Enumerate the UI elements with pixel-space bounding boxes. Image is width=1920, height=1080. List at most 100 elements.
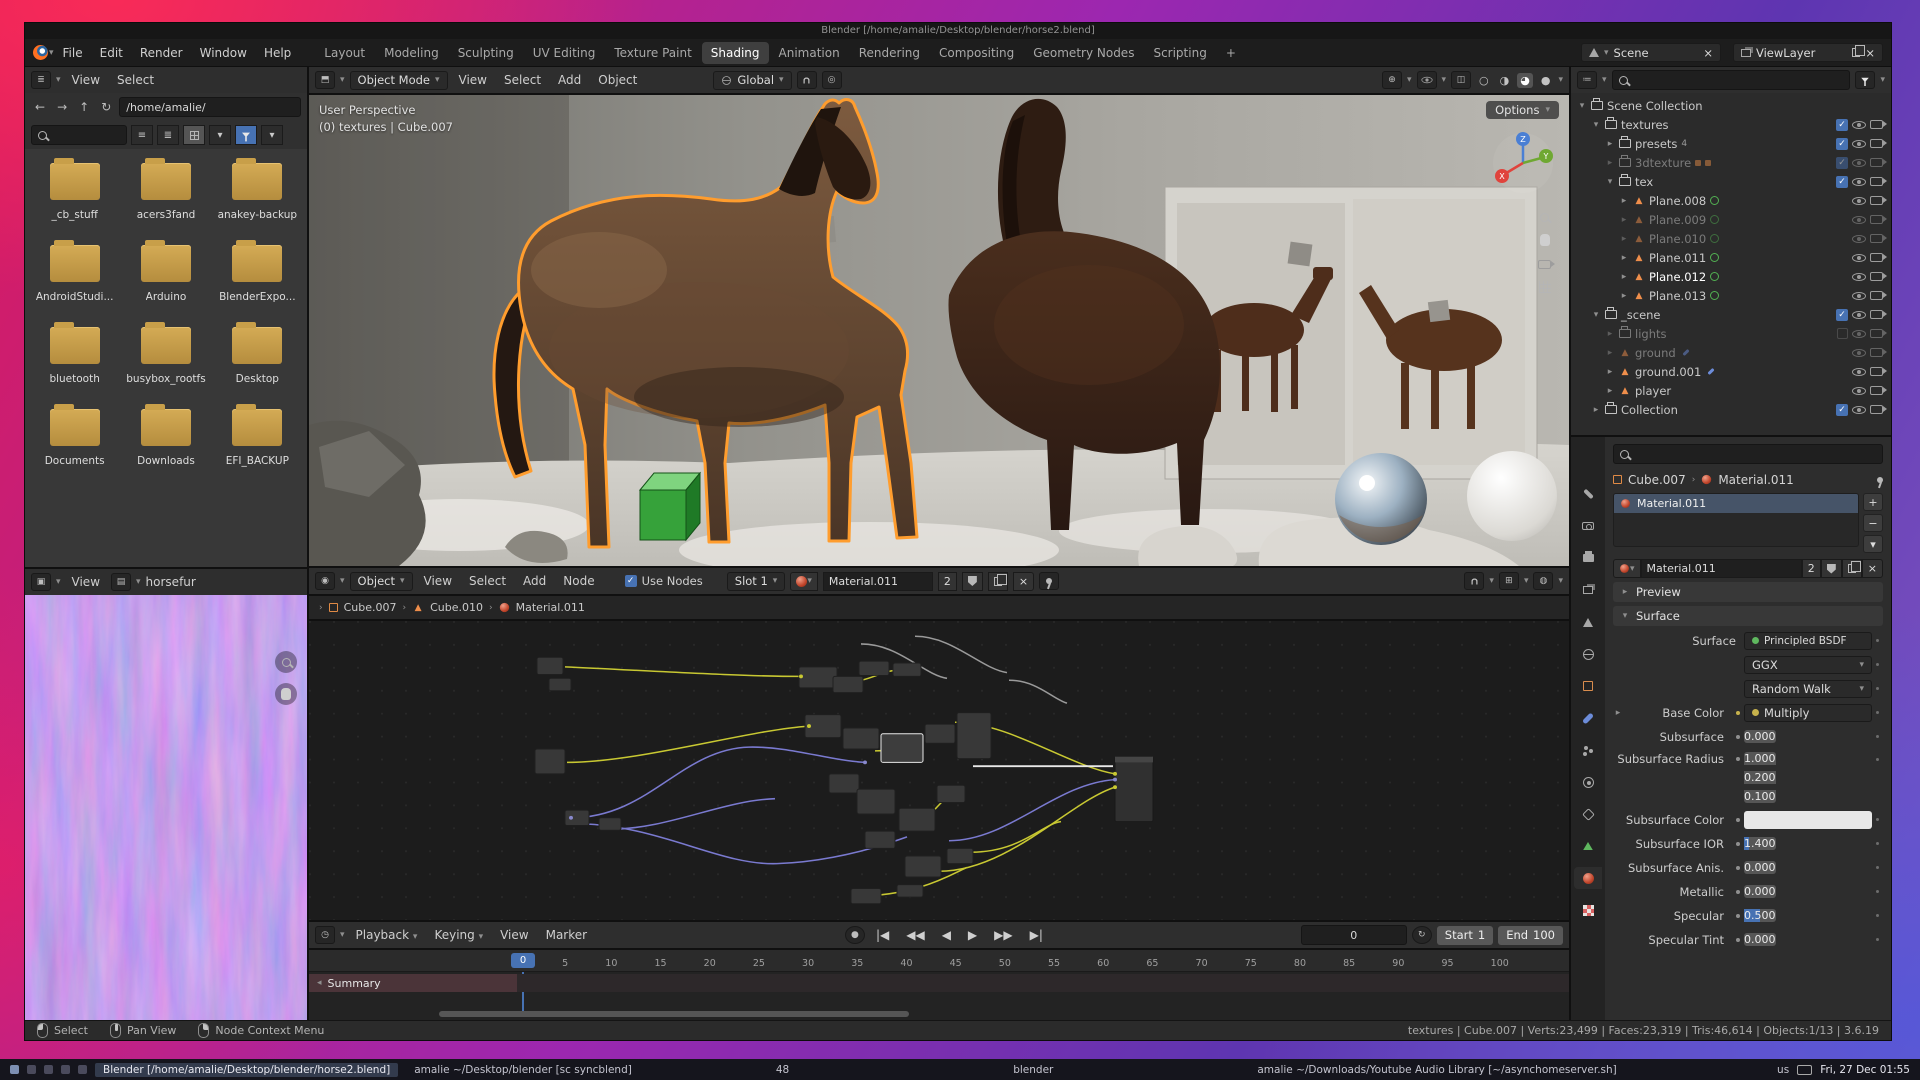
decorator-dot[interactable] [1876,758,1879,761]
filter-dropdown[interactable]: ▾ [261,125,283,145]
shading-rendered-icon[interactable]: ● [1538,73,1554,88]
decorator-dot[interactable] [1876,866,1879,869]
editor-type-icon[interactable]: ⬒ [315,71,335,89]
camera-view-widget[interactable] [1538,258,1551,272]
window-titlebar[interactable]: Blender [/home/amalie/Desktop/blender/ho… [25,23,1891,39]
socket-dot[interactable] [1736,818,1740,822]
sh-menu-add[interactable]: Add [517,572,552,590]
vp-menu-add[interactable]: Add [552,71,587,89]
material-browse-button[interactable]: ▾ [790,572,818,591]
blender-logo-icon[interactable] [33,45,48,60]
eye-icon[interactable] [1852,386,1866,396]
options-button[interactable]: Options▾ [1486,101,1559,119]
remove-slot-button[interactable]: − [1863,514,1883,532]
fake-user-button[interactable] [962,572,983,591]
tab-material[interactable] [1574,867,1602,889]
menu-render[interactable]: Render [132,43,191,63]
tl-menu-marker[interactable]: Marker [540,926,593,944]
decorator-dot[interactable] [1876,663,1879,666]
tab-rendering[interactable]: Rendering [850,42,929,64]
image-editor-canvas[interactable] [25,595,307,1020]
camera-icon[interactable] [1870,120,1883,129]
specular-tint-slider[interactable]: 0.000 [1744,933,1776,946]
viewport-3d[interactable]: User Perspective (0) textures | Cube.007… [309,95,1569,566]
camera-icon[interactable] [1870,405,1883,414]
chevron-right-icon[interactable]: ▸ [1613,708,1623,718]
folder-item[interactable]: Arduino [120,245,211,303]
eye-icon[interactable] [1852,405,1866,415]
slot-item[interactable]: Material.011 [1614,494,1858,513]
display-thumbs-button[interactable]: ≣ [157,125,179,145]
display-size-dropdown[interactable]: ▾ [209,125,231,145]
outliner-row[interactable]: ▸▲ground [1571,343,1891,362]
play-button[interactable]: ▶ [962,926,983,944]
scene-selector[interactable]: ▾ Scene × [1581,43,1721,62]
outliner-row[interactable]: ▸Collection✓ [1571,400,1891,419]
socket-dot[interactable] [1736,866,1740,870]
tab-uv-editing[interactable]: UV Editing [524,42,605,64]
eye-icon[interactable] [1852,291,1866,301]
tab-geometry-nodes[interactable]: Geometry Nodes [1024,42,1143,64]
outliner-row[interactable]: ▾_scene✓ [1571,305,1891,324]
outliner-row[interactable]: ▸▲Plane.008 [1571,191,1891,210]
proportional-edit-icon[interactable]: ◎ [822,71,842,89]
chevron-right-icon[interactable]: ▸ [1619,253,1629,263]
timeline-scrollbar[interactable] [439,1011,909,1017]
taskbar-window-blender2[interactable]: blender [1005,1063,1061,1077]
outliner-row[interactable]: ▸3dtexture✓ [1571,153,1891,172]
chevron-right-icon[interactable]: ▸ [1619,196,1629,206]
next-keyframe-button[interactable]: ▶▶ [988,926,1018,944]
tab-object-data[interactable] [1574,835,1602,857]
taskbar-window-downloads[interactable]: amalie ~/Downloads/Youtube Audio Library… [1249,1063,1624,1077]
chevron-right-icon[interactable]: ▸ [1605,348,1615,358]
taskbar-window-terminal[interactable]: amalie ~/Desktop/blender [sc syncblend] [406,1063,640,1077]
expand-icon[interactable]: › [319,603,323,613]
camera-icon[interactable] [1870,310,1883,319]
eye-icon[interactable] [1852,234,1866,244]
current-frame-field[interactable]: 0 [1301,925,1407,945]
base-color-node-button[interactable]: Multiply [1744,704,1872,722]
material-users-button[interactable]: 2 [938,572,957,591]
tab-world[interactable] [1574,643,1602,665]
display-grid-button[interactable] [183,125,205,145]
tab-texture-paint[interactable]: Texture Paint [605,42,700,64]
pin-icon[interactable] [1877,477,1883,483]
folder-item[interactable]: Downloads [120,409,211,467]
tab-tool[interactable] [1574,483,1602,505]
folder-item[interactable]: AndroidStudi... [29,245,120,303]
specular-slider[interactable]: 0.500 [1744,909,1776,922]
decorator-dot[interactable] [1876,842,1879,845]
pan-widget[interactable] [1540,234,1550,249]
camera-icon[interactable] [1870,329,1883,338]
use-nodes-checkbox[interactable]: ✓ [625,575,637,587]
tab-particles[interactable] [1574,739,1602,761]
new-icon[interactable] [1852,48,1860,57]
decorator-dot[interactable] [1876,735,1879,738]
preview-panel-header[interactable]: ▸Preview [1613,582,1883,602]
decorator-dot[interactable] [1876,639,1879,642]
checkbox-icon[interactable]: ✓ [1836,309,1848,321]
workspace-indicator[interactable] [27,1065,36,1074]
path-input[interactable] [119,97,301,117]
properties-search-input[interactable] [1613,444,1883,464]
camera-icon[interactable] [1870,253,1883,262]
chevron-down-icon[interactable]: ▾ [1591,120,1601,130]
up-icon[interactable]: ↑ [75,99,93,115]
overlays-toggle-icon[interactable] [1417,71,1437,89]
outliner-row[interactable]: ▸▲ground.001 [1571,362,1891,381]
tab-animation[interactable]: Animation [770,42,849,64]
folder-item[interactable]: Desktop [212,327,303,385]
outliner-row[interactable]: ▸▲Plane.010 [1571,229,1891,248]
sh-menu-select[interactable]: Select [463,572,512,590]
image-name[interactable]: horsefur [146,575,196,589]
zoom-widget[interactable] [1540,211,1549,225]
xray-toggle-icon[interactable]: ◫ [1451,71,1471,89]
camera-icon[interactable] [1870,177,1883,186]
surface-shader-button[interactable]: Principled BSDF [1744,632,1872,650]
slot-specials-button[interactable]: ▾ [1863,535,1883,553]
tab-scripting[interactable]: Scripting [1144,42,1215,64]
prev-keyframe-button[interactable]: ◀◀ [900,926,930,944]
eye-icon[interactable] [1852,158,1866,168]
decorator-dot[interactable] [1876,914,1879,917]
menu-window[interactable]: Window [192,43,255,63]
